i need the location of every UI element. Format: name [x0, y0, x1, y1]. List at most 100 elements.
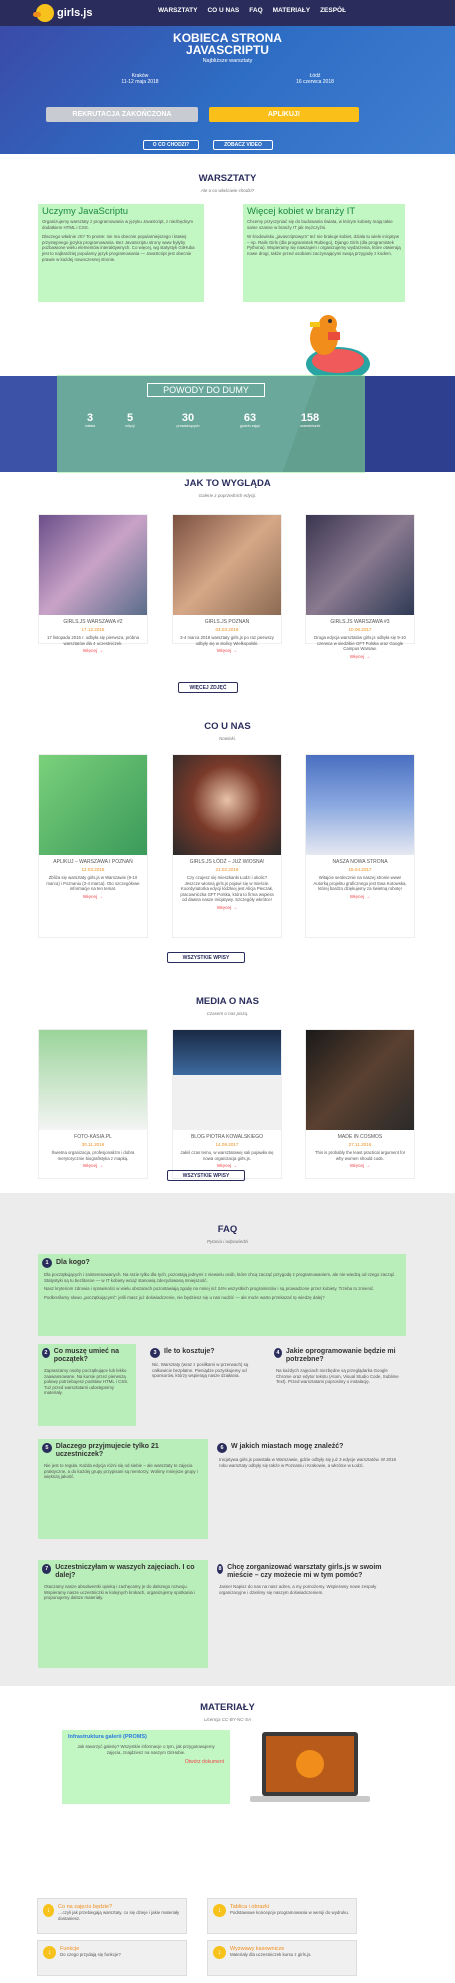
arrow-down-icon: ↓ — [43, 1904, 55, 1917]
nav-item-news[interactable]: CO U NAS — [207, 7, 239, 14]
faq-number-icon: 1 — [42, 1258, 52, 1268]
read-more-link[interactable]: Więcej → — [39, 649, 147, 654]
workshops-subtitle: Ale o co właściwie chodzi? — [200, 188, 255, 193]
media-photo — [306, 1030, 414, 1130]
open-document-link[interactable]: Otwórz dokument — [68, 1759, 224, 1765]
gallery-card[interactable]: GIRLS.JS POZNAŃ 04.03.2018 3-4 marca 201… — [172, 514, 282, 654]
gallery-subtitle: Galerie z poprzednich edycji. — [198, 493, 257, 498]
nav-item-materials[interactable]: MATERIAŁY — [273, 7, 310, 14]
faq-item-4: 4 Jakie oprogramowanie będzie mi potrzebn… — [274, 1348, 399, 1385]
gallery-photo — [306, 515, 414, 615]
teach-js-p1: Organizujemy warsztaty z programowania w… — [42, 219, 194, 230]
arrow-down-icon: ↓ — [213, 1904, 226, 1917]
media-card[interactable]: MADE IN COSMOS 27.11.2016 This is probab… — [305, 1029, 415, 1179]
faq-number-icon: 5 — [42, 1443, 52, 1453]
news-card[interactable]: NASZA NOWA STRONA 15.04.2017 Witajcie se… — [305, 754, 415, 938]
teach-js-block: Uczymy JavaScriptu Organizujemy warsztat… — [38, 204, 204, 302]
gallery-title: JAK TO WYGLĄDA — [184, 478, 271, 489]
logo[interactable]: girls.js — [33, 4, 93, 22]
faq-item-3: 3 Ile to kosztuje? Nic. Warsztaty (wraz z… — [150, 1348, 249, 1379]
faq-item-8: 8 Chcę zorganizować warsztaty girls.js w … — [217, 1564, 382, 1595]
more-women-p2: W środowisku „javascriptowym” też nie br… — [247, 234, 401, 256]
news-subtitle: Nowinki. — [218, 736, 236, 741]
main-nav: WARSZTATY CO U NAS FAQ MATERIAŁY ZESPÓŁ — [158, 7, 346, 14]
news-title: CO U NAS — [204, 721, 251, 732]
stat-cities: 3 miasta — [84, 412, 96, 428]
faq-number-icon: 3 — [150, 1348, 160, 1358]
news-card[interactable]: GIRLS.JS ŁÓDŹ – JUŻ WIOSNA! 21.02.2018 C… — [172, 754, 282, 938]
faq-item-7: 7 Uczestniczyłam w waszych zajęciach. I c… — [38, 1560, 208, 1668]
nav-item-workshops[interactable]: WARSZTATY — [158, 7, 197, 14]
watch-video-button[interactable]: ZOBACZ VIDEO — [213, 140, 273, 150]
read-more-link[interactable]: Więcej → — [173, 649, 281, 654]
gallery-card[interactable]: GIRLS.JS WARSZAWA #3 10.06.2017 Druga ed… — [305, 514, 415, 660]
nav-item-team[interactable]: ZESPÓŁ — [320, 7, 346, 14]
all-posts-button[interactable]: WSZYSTKIE WPISY — [167, 952, 245, 963]
workshops-title: WARSZTATY — [198, 173, 257, 184]
teach-js-p2: Dlaczego właśnie JS? To proste: nie ma o… — [42, 234, 195, 262]
more-women-p1: Chcemy przyczyniać się do budowania świa… — [247, 219, 393, 230]
media-subtitle: Czasem o nas piszą. — [206, 1011, 249, 1016]
more-photos-button[interactable]: WIĘCEJ ZDJĘĆ — [178, 682, 238, 693]
news-photo — [39, 755, 147, 855]
recruitment-closed-button[interactable]: REKRUTACJA ZAKOŃCZONA — [46, 107, 198, 122]
read-more-link[interactable]: Więcej → — [173, 906, 281, 911]
faq-item-1: 1 Dla kogo? Dla początkujących i zaintere… — [38, 1254, 406, 1336]
read-more-link[interactable]: Więcej → — [306, 655, 414, 660]
media-photo — [39, 1030, 147, 1130]
faq-number-icon: 4 — [274, 1348, 282, 1358]
faq-number-icon: 2 — [42, 1348, 50, 1358]
media-photo — [173, 1030, 281, 1130]
stat-mentors: 30 prowadzących — [176, 412, 200, 428]
faq-item-2: 2 Co muszę umieć na początek? Zapraszamy … — [38, 1344, 136, 1426]
faq-item-5: 5 Dlaczego przyjmujecie tylko 21 uczestni… — [38, 1439, 208, 1539]
stat-participants: 158 uczestniczek — [299, 412, 321, 428]
faq-item-6: 6W jakich miastach mogę znaleźć? Inicjat… — [217, 1443, 396, 1468]
news-photo — [173, 755, 281, 855]
event-krakow: Kraków 11-12 maja 2018 — [121, 73, 159, 85]
gallery-card[interactable]: GIRLS.JS WARSZAWA #2 17.12.2016 17 listo… — [38, 514, 148, 654]
pride-title: POWODY DO DUMY — [147, 383, 265, 397]
faq-number-icon: 6 — [217, 1443, 227, 1453]
logo-text: girls.js — [57, 7, 93, 19]
more-women-title: Więcej kobiet w branży IT — [247, 206, 356, 217]
all-media-button[interactable]: WSZYSTKIE WPISY — [167, 1170, 245, 1181]
faq-title: FAQ — [217, 1224, 238, 1235]
material-item-3[interactable]: ↓ Funkcje Do czego przydają się funkcje? — [37, 1940, 187, 1976]
faq-subtitle: Pytania i odpowiedzi — [206, 1239, 249, 1244]
page: girls.js WARSZTATY CO U NAS FAQ MATERIAŁ… — [0, 0, 455, 1983]
stat-hours: 63 godzin zajęć — [240, 412, 260, 428]
media-card[interactable]: FOTO-KASIA.PL 30.11.2016 Świetna organiz… — [38, 1029, 148, 1179]
read-more-link[interactable]: Więcej → — [39, 1164, 147, 1169]
media-title: MEDIA O NAS — [196, 996, 259, 1007]
hero-subtitle: Najbliższe warsztaty — [202, 58, 253, 64]
apply-button[interactable]: APLIKUJ! — [209, 107, 359, 122]
gallery-photo — [173, 515, 281, 615]
read-more-link[interactable]: Więcej → — [39, 895, 147, 900]
read-more-link[interactable]: Więcej → — [306, 1164, 414, 1169]
news-photo — [306, 755, 414, 855]
media-card[interactable]: BLOG PIOTRA KOWALSKIEGO 14.08.2017 Jakiś… — [172, 1029, 282, 1179]
material-item-1[interactable]: ↓ Co na zajęciu będzie? …czyli jak przebi… — [37, 1898, 187, 1934]
materials-intro: Infrastruktura galerii (PROMS) Jak stwor… — [62, 1730, 230, 1804]
more-women-block: Więcej kobiet w branży IT Chcemy przyczy… — [243, 204, 405, 302]
duck-logo-icon — [33, 4, 54, 22]
faq-number-icon: 8 — [217, 1564, 224, 1574]
arrow-down-icon: ↓ — [213, 1946, 226, 1959]
read-more-link[interactable]: Więcej → — [306, 895, 414, 900]
material-item-4[interactable]: ↓ Wyzwawy kasownicze Materiały dla uczest… — [207, 1940, 357, 1976]
gallery-photo — [39, 515, 147, 615]
read-more-link[interactable]: Więcej → — [173, 1164, 281, 1169]
stat-editions: 5 edycji — [125, 412, 135, 428]
event-lodz: Łódź 16 czerwca 2018 — [296, 73, 334, 85]
materials-title: MATERIAŁY — [200, 1702, 255, 1713]
arrow-down-icon: ↓ — [43, 1946, 56, 1959]
news-card[interactable]: APLIKUJ – WARSZAWA I POZNAŃ 12.03.2018 Z… — [38, 754, 148, 938]
nav-item-faq[interactable]: FAQ — [249, 7, 262, 14]
teach-js-title: Uczymy JavaScriptu — [42, 206, 129, 217]
material-item-2[interactable]: ↓ Tablica i obrazki Podstawowe koncepcje … — [207, 1898, 357, 1934]
about-button[interactable]: O CO CHODZI? — [143, 140, 199, 150]
laptop-illustration — [250, 1728, 370, 1810]
materials-subtitle: Licencja CC-BY-NC-SA — [204, 1717, 251, 1722]
faq-number-icon: 7 — [42, 1564, 52, 1574]
